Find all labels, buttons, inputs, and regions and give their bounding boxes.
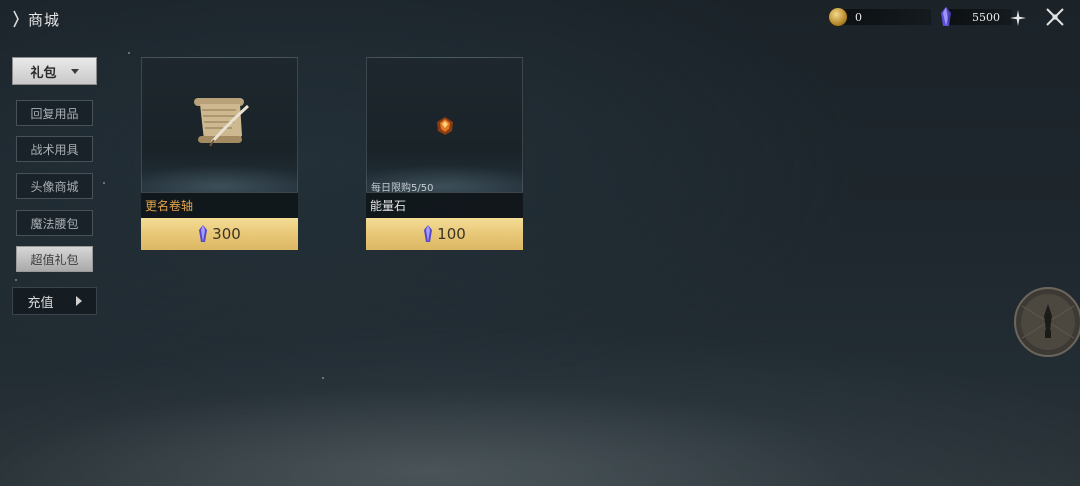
gem-amount: 5500 [948, 9, 1012, 25]
gold-currency: 0 [829, 7, 931, 27]
sidebar-item-magic-pouch[interactable]: 魔法腰包 [16, 210, 93, 236]
blue-crystal-icon [941, 7, 951, 26]
recharge-label: 充值 [27, 295, 54, 311]
item-name: 更名卷轴 [141, 193, 298, 218]
gold-coin-icon [829, 8, 847, 26]
scroll-quill-icon [194, 98, 249, 147]
background-sparkle [103, 182, 105, 184]
buy-button[interactable]: 100 [366, 218, 523, 250]
item-price: 300 [212, 225, 241, 243]
category-dropdown-label: 礼包 [30, 65, 57, 81]
shop-item-card[interactable]: 更名卷轴 300 [141, 57, 298, 250]
gold-amount: 0 [841, 9, 931, 25]
sidebar-item-recovery[interactable]: 回复用品 [16, 100, 93, 126]
energy-stone-icon [437, 117, 453, 135]
sidebar-item-avatar-shop[interactable]: 头像商城 [16, 173, 93, 199]
buy-button[interactable]: 300 [141, 218, 298, 250]
page-title: 商城 [28, 10, 61, 29]
background-sparkle [322, 377, 324, 379]
item-name: 能量石 [366, 193, 523, 218]
header: 商城 [12, 8, 60, 30]
item-thumbnail: 每日限购5/50 [366, 57, 523, 194]
item-price: 100 [437, 225, 466, 243]
sidebar-item-tactical[interactable]: 战术用具 [16, 136, 93, 162]
shop-item-card[interactable]: 每日限购5/50 能量石 100 [366, 57, 523, 250]
close-icon[interactable] [1046, 8, 1064, 26]
purchase-limit: 每日限购5/50 [371, 183, 434, 194]
recharge-button[interactable]: 充值 [12, 287, 97, 315]
category-dropdown[interactable]: 礼包 [12, 57, 97, 85]
back-arrow-icon[interactable] [12, 10, 20, 28]
background-sparkle [128, 52, 130, 54]
chevron-right-icon [75, 296, 82, 306]
blue-crystal-icon [424, 225, 433, 242]
chevron-down-icon [70, 68, 79, 74]
gem-currency: 5500 [940, 7, 1012, 27]
item-thumbnail [141, 57, 298, 193]
shield-emblem-icon[interactable] [1012, 286, 1080, 358]
sidebar-item-value-pack[interactable]: 超值礼包 [16, 246, 93, 272]
background-sparkle [15, 279, 17, 281]
add-currency-icon[interactable] [1010, 10, 1026, 26]
blue-crystal-icon [199, 225, 208, 242]
